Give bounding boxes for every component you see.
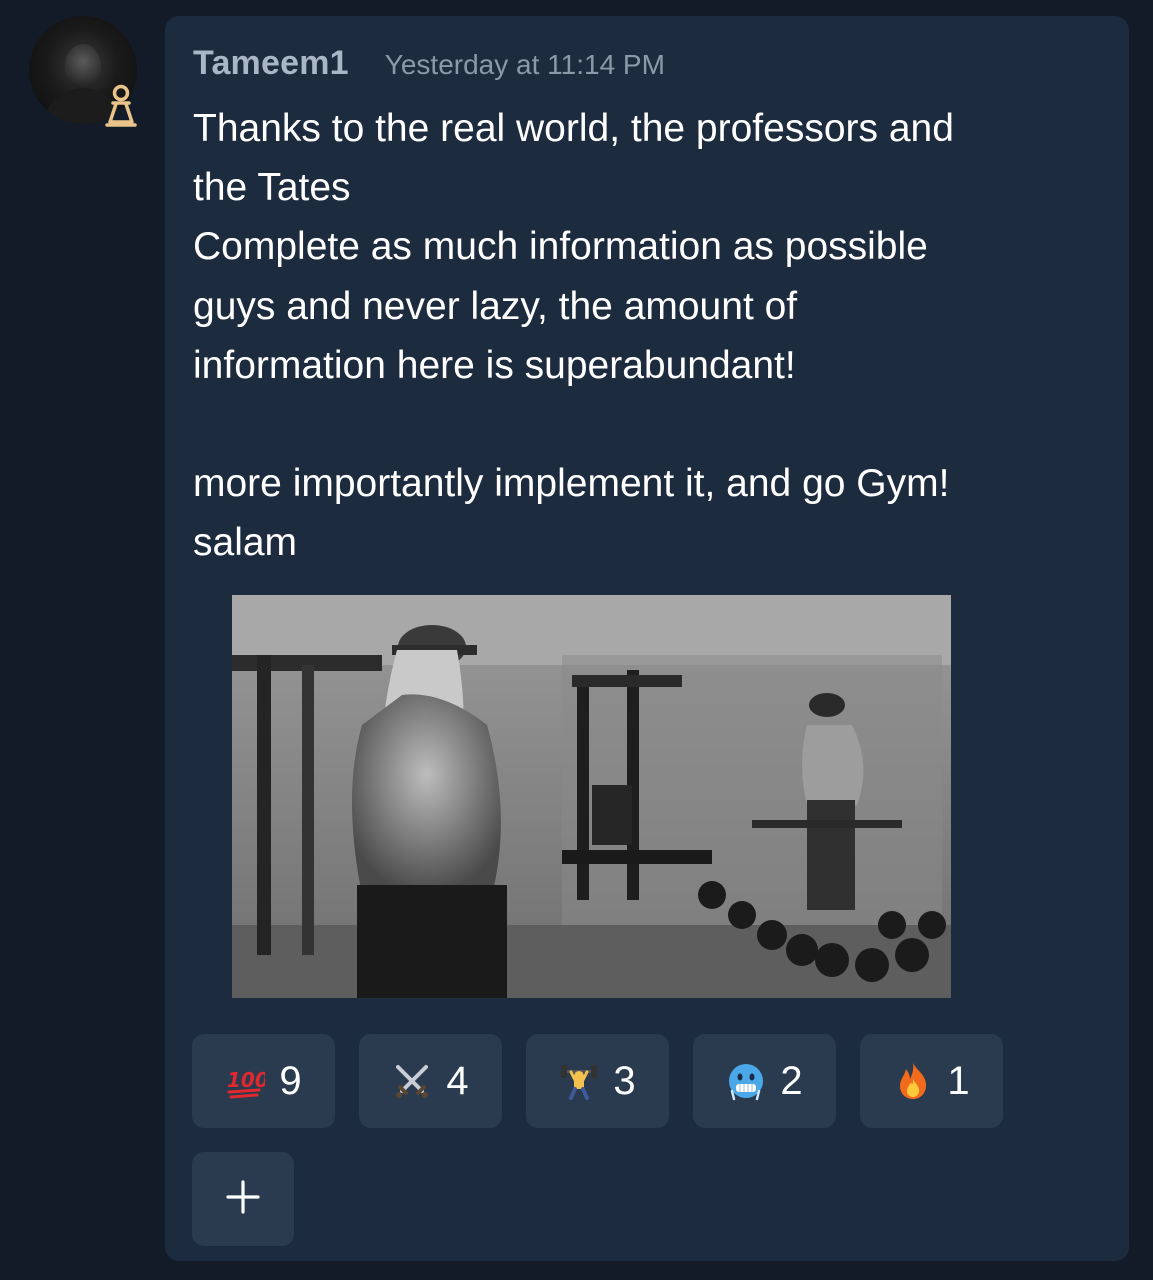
reaction-fire[interactable]: 1 [860, 1034, 1003, 1128]
cold-face-icon [726, 1061, 766, 1101]
avatar-face [65, 44, 101, 88]
gym-photo-attachment[interactable] [232, 595, 951, 998]
chat-page: Tameem1 Yesterday at 11:14 PM Thanks to … [0, 0, 1153, 1280]
fire-icon [893, 1061, 933, 1101]
message-header: Tameem1 Yesterday at 11:14 PM [193, 44, 665, 84]
reaction-count: 3 [613, 1058, 636, 1103]
reaction-cold-face[interactable]: 2 [693, 1034, 836, 1128]
reaction-weightlifter[interactable]: 3 [526, 1034, 669, 1128]
reaction-count: 2 [780, 1058, 803, 1103]
reaction-count: 9 [279, 1058, 302, 1103]
add-reaction-button[interactable] [192, 1152, 294, 1246]
reactions-bar: 100 9 4 3 2 1 [192, 1034, 1003, 1128]
pawn-icon [101, 84, 141, 130]
message-text: Thanks to the real world, the professors… [193, 107, 954, 565]
plus-icon [225, 1179, 261, 1220]
reaction-hundred[interactable]: 100 9 [192, 1034, 335, 1128]
weight-lifter-icon [559, 1061, 599, 1101]
username[interactable]: Tameem1 [193, 44, 349, 83]
reaction-count: 1 [947, 1058, 970, 1103]
crossed-swords-icon [392, 1061, 432, 1101]
timestamp: Yesterday at 11:14 PM [384, 49, 665, 80]
reaction-swords[interactable]: 4 [359, 1034, 502, 1128]
message-card: Tameem1 Yesterday at 11:14 PM Thanks to … [165, 16, 1129, 1261]
hundred-points-icon: 100 [225, 1061, 265, 1101]
reaction-count: 4 [446, 1058, 469, 1103]
svg-text:100: 100 [227, 1068, 265, 1092]
